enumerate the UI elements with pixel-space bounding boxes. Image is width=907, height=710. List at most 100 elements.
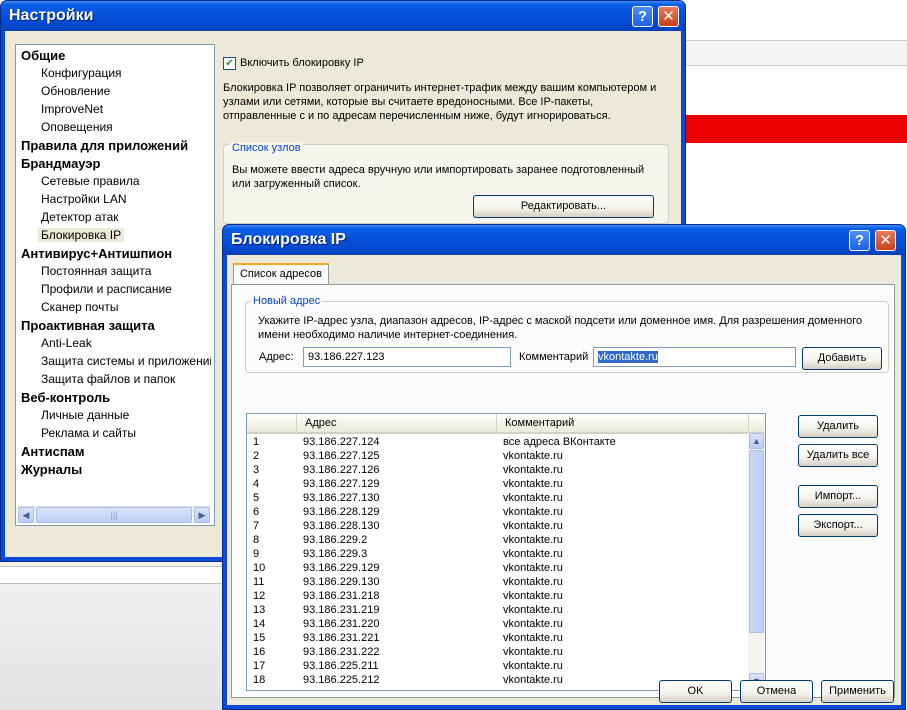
tree-item-personal-data[interactable]: Личные данные (41, 408, 129, 422)
row-address: 93.186.229.2 (303, 534, 368, 546)
tree-cat-web-control[interactable]: Веб-контроль (21, 390, 110, 405)
tree-item-file-protection[interactable]: Защита файлов и папок (41, 372, 175, 386)
table-row[interactable]: 10 93.186.229.129 vkontakte.ru (247, 561, 749, 575)
table-row[interactable]: 5 93.186.227.130 vkontakte.ru (247, 491, 749, 505)
tree-cat-proactive[interactable]: Проактивная защита (21, 318, 155, 333)
ok-button[interactable]: OK (659, 680, 732, 703)
close-button[interactable]: ✕ (658, 6, 679, 27)
tree-item-ads-sites[interactable]: Реклама и сайты (41, 426, 136, 440)
address-list-scrollbar[interactable]: ▲ ▼ (748, 433, 765, 690)
table-row[interactable]: 2 93.186.227.125 vkontakte.ru (247, 449, 749, 463)
table-row[interactable]: 7 93.186.228.130 vkontakte.ru (247, 519, 749, 533)
table-row[interactable]: 3 93.186.227.126 vkontakte.ru (247, 463, 749, 477)
help-button[interactable]: ? (632, 6, 653, 27)
vertical-scrollbar-thumb[interactable] (749, 450, 764, 633)
cancel-button[interactable]: Отмена (740, 680, 813, 703)
tree-item-improvenet[interactable]: ImproveNet (41, 102, 103, 116)
tree-cat-antispam[interactable]: Антиспам (21, 444, 85, 459)
table-row[interactable]: 4 93.186.227.129 vkontakte.ru (247, 477, 749, 491)
tree-item-realtime-protection[interactable]: Постоянная защита (41, 264, 151, 278)
import-button[interactable]: Импорт... (798, 485, 878, 508)
tree-item-anti-leak[interactable]: Anti-Leak (41, 336, 92, 350)
row-address: 93.186.229.130 (303, 576, 380, 588)
row-comment: vkontakte.ru (503, 604, 563, 616)
row-comment: vkontakte.ru (503, 576, 563, 588)
tree-cat-antivirus[interactable]: Антивирус+Антишпион (21, 246, 172, 261)
dialog-close-button[interactable]: ✕ (875, 230, 896, 251)
arrow-up-icon[interactable]: ▲ (749, 433, 764, 449)
row-address: 93.186.228.129 (303, 506, 380, 518)
table-row[interactable]: 8 93.186.229.2 vkontakte.ru (247, 533, 749, 547)
row-address: 93.186.227.125 (303, 450, 380, 462)
background-toolbar (684, 40, 907, 66)
row-address: 93.186.225.211 (303, 660, 379, 672)
table-row[interactable]: 12 93.186.231.218 vkontakte.ru (247, 589, 749, 603)
row-address: 93.186.227.129 (303, 478, 380, 490)
tree-item-mail-scanner[interactable]: Сканер почты (41, 300, 118, 314)
tree-cat-logs[interactable]: Журналы (21, 462, 82, 477)
row-number: 14 (253, 618, 266, 630)
row-comment: vkontakte.ru (503, 464, 563, 476)
tree-cat-general[interactable]: Общие (21, 48, 65, 63)
row-number: 9 (253, 548, 260, 560)
tree-item-notifications[interactable]: Оповещения (41, 120, 113, 134)
ip-dialog-title: Блокировка IP (231, 231, 346, 248)
table-row[interactable]: 14 93.186.231.220 vkontakte.ru (247, 617, 749, 631)
tree-item-lan-settings[interactable]: Настройки LAN (41, 192, 127, 206)
scrollbar-thumb[interactable]: ||| (36, 507, 192, 523)
settings-titlebar[interactable]: Настройки ? ✕ (1, 1, 685, 31)
add-button[interactable]: Добавить (802, 347, 882, 370)
row-comment: vkontakte.ru (503, 646, 563, 658)
column-address[interactable]: Адрес (297, 414, 497, 432)
column-number[interactable] (247, 414, 297, 432)
tree-item-attack-detector[interactable]: Детектор атак (41, 210, 119, 224)
table-row[interactable]: 1 93.186.227.124 все адреса ВКонтакте (247, 435, 749, 449)
row-address: 93.186.229.129 (303, 562, 380, 574)
row-address: 93.186.231.219 (303, 604, 380, 616)
ip-blocking-description: Блокировка IP позволяет ограничить интер… (223, 82, 657, 122)
table-row[interactable]: 15 93.186.231.221 vkontakte.ru (247, 631, 749, 645)
row-comment: vkontakte.ru (503, 674, 563, 686)
ip-blocking-dialog: Блокировка IP ? ✕ Список адресов Новый а… (222, 224, 906, 710)
new-address-group: Новый адрес Укажите IP-адрес узла, диапа… (245, 295, 889, 373)
table-row[interactable]: 13 93.186.231.219 vkontakte.ru (247, 603, 749, 617)
table-row[interactable]: 16 93.186.231.222 vkontakte.ru (247, 645, 749, 659)
tree-item-network-rules[interactable]: Сетевые правила (41, 174, 140, 188)
comment-input[interactable]: vkontakte.ru (593, 347, 796, 367)
tree-item-system-protection[interactable]: Защита системы и приложений (41, 354, 211, 368)
edit-button[interactable]: Редактировать... (473, 195, 654, 218)
export-button[interactable]: Экспорт... (798, 514, 878, 537)
address-input[interactable]: 93.186.227.123 (303, 347, 511, 367)
enable-ip-blocking-checkbox[interactable]: ✔ (223, 57, 236, 70)
delete-all-button[interactable]: Удалить все (798, 444, 878, 467)
tree-item-update[interactable]: Обновление (41, 84, 110, 98)
tree-cat-app-rules[interactable]: Правила для приложений (21, 138, 188, 153)
address-list[interactable]: Адрес Комментарий 1 93.186.227.124 все адр… (246, 413, 766, 691)
row-address: 93.186.231.221 (303, 632, 380, 644)
table-row[interactable]: 11 93.186.229.130 vkontakte.ru (247, 575, 749, 589)
arrow-right-icon[interactable]: ▶ (194, 507, 210, 523)
delete-button[interactable]: Удалить (798, 415, 878, 438)
tree-item-profiles-schedule[interactable]: Профили и расписание (41, 282, 172, 296)
comment-label: Комментарий (519, 351, 589, 363)
arrow-left-icon[interactable]: ◀ (18, 507, 34, 523)
row-number: 13 (253, 604, 266, 616)
apply-button[interactable]: Применить (821, 680, 894, 703)
tree-cat-firewall[interactable]: Брандмауэр (21, 156, 100, 171)
row-number: 16 (253, 646, 266, 658)
row-comment: vkontakte.ru (503, 660, 563, 672)
new-address-legend: Новый адрес (251, 295, 323, 307)
tree-horizontal-scrollbar[interactable]: ◀ ||| ▶ (18, 506, 210, 523)
row-number: 8 (253, 534, 260, 546)
row-comment: vkontakte.ru (503, 590, 563, 602)
tab-address-list[interactable]: Список адресов (233, 263, 329, 285)
tree-item-ip-blocking[interactable]: Блокировка IP (38, 228, 125, 242)
tree-item-configuration[interactable]: Конфигурация (41, 66, 122, 80)
dialog-help-button[interactable]: ? (849, 230, 870, 251)
table-row[interactable]: 9 93.186.229.3 vkontakte.ru (247, 547, 749, 561)
column-comment[interactable]: Комментарий (497, 414, 749, 432)
table-row[interactable]: 17 93.186.225.211 vkontakte.ru (247, 659, 749, 673)
ip-dialog-titlebar[interactable]: Блокировка IP ? ✕ (223, 225, 905, 255)
host-list-group: Список узлов Вы можете ввести адреса вру… (223, 142, 669, 224)
table-row[interactable]: 6 93.186.228.129 vkontakte.ru (247, 505, 749, 519)
